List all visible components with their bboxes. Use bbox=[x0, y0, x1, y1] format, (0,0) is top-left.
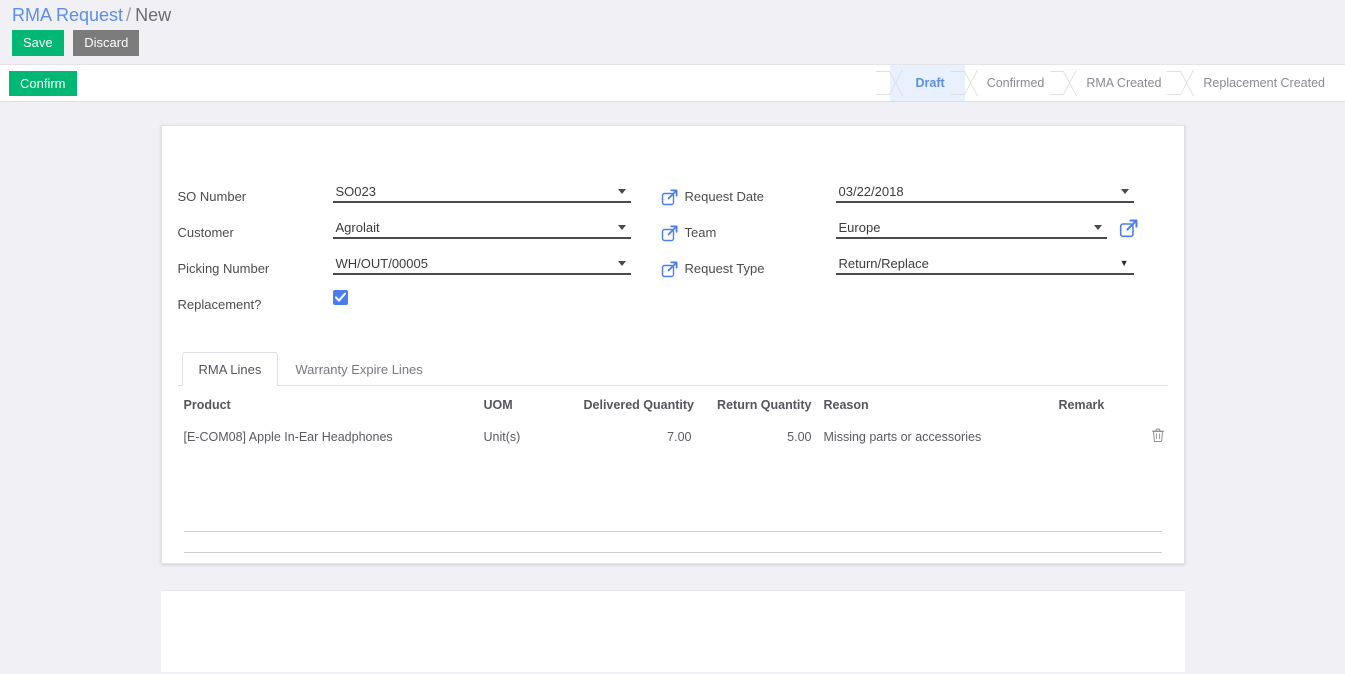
status-item-replacement-created[interactable]: Replacement Created bbox=[1181, 65, 1345, 101]
team-input[interactable]: Europe bbox=[835, 217, 1107, 239]
breadcrumb-bar: RMA Request / New bbox=[0, 0, 1345, 30]
label-text: Request Date bbox=[684, 189, 765, 204]
field-so-number: SO023 bbox=[332, 174, 643, 210]
col-reason: Reason bbox=[823, 398, 869, 412]
col-product: Product bbox=[183, 398, 231, 412]
chevron-down-icon[interactable] bbox=[1120, 188, 1129, 194]
label-picking-number: Picking Number bbox=[177, 261, 270, 276]
tab-rma-lines[interactable]: RMA Lines bbox=[181, 352, 279, 386]
so-number-input[interactable]: SO023 bbox=[332, 181, 631, 203]
table-header-row: Product UOM Delivered Quantity Return Qu… bbox=[178, 389, 1170, 420]
edit-action-bar: Save Discard bbox=[0, 30, 1345, 64]
col-return-quantity: Return Quantity bbox=[717, 398, 812, 412]
label-text: Team bbox=[684, 225, 717, 240]
form-sheet: SO Number SO023 Customer Agrolait Pickin… bbox=[160, 125, 1185, 564]
cell-return-quantity[interactable]: 5.00 bbox=[698, 420, 818, 453]
request-date-input[interactable]: 03/22/2018 bbox=[835, 181, 1134, 203]
replacement-checkbox[interactable] bbox=[332, 290, 348, 305]
picking-number-input[interactable]: WH/OUT/00005 bbox=[332, 253, 631, 275]
status-item-draft[interactable]: Draft bbox=[889, 65, 965, 101]
confirm-button[interactable]: Confirm bbox=[9, 70, 77, 96]
label-customer: Customer bbox=[177, 225, 234, 240]
notebook: RMA Lines Warranty Expire Lines Product bbox=[177, 352, 1170, 553]
form-grid: SO Number SO023 Customer Agrolait Pickin… bbox=[178, 174, 1168, 318]
table-row[interactable]: [E-COM08] Apple In-Ear Headphones Unit(s… bbox=[178, 420, 1170, 453]
label-so-number: SO Number bbox=[177, 189, 247, 204]
team-external-link-icon[interactable] bbox=[1119, 219, 1137, 238]
field-request-type: Return/Replace ▼ bbox=[835, 246, 1136, 282]
cell-remark[interactable] bbox=[1053, 420, 1138, 453]
label-request-date: Request Date bbox=[661, 174, 836, 210]
cell-uom[interactable]: Unit(s) bbox=[478, 420, 578, 453]
status-item-label: Confirmed bbox=[986, 76, 1045, 90]
request-date-value: 03/22/2018 bbox=[838, 183, 904, 199]
cell-reason[interactable]: Missing parts or accessories bbox=[818, 420, 1053, 453]
sheet-container: SO Number SO023 Customer Agrolait Pickin… bbox=[0, 102, 1345, 564]
cell-product[interactable]: [E-COM08] Apple In-Ear Headphones bbox=[178, 420, 478, 453]
request-type-select[interactable]: Return/Replace ▼ bbox=[835, 253, 1134, 275]
chevron-down-icon[interactable] bbox=[1093, 224, 1102, 230]
status-bar: Draft Confirmed RMA Created Replacement … bbox=[889, 65, 1345, 101]
chevron-down-icon[interactable] bbox=[617, 188, 626, 194]
col-remark: Remark bbox=[1058, 398, 1105, 412]
customer-value: Agrolait bbox=[335, 219, 380, 235]
chevron-down-icon[interactable] bbox=[617, 260, 626, 266]
external-link-icon[interactable] bbox=[661, 261, 678, 278]
breadcrumb: RMA Request / New bbox=[12, 4, 1345, 26]
team-value: Europe bbox=[838, 219, 881, 235]
save-button[interactable]: Save bbox=[12, 30, 64, 56]
breadcrumb-current: New bbox=[135, 5, 172, 25]
so-number-value: SO023 bbox=[335, 183, 376, 199]
sheet-bottom-gap bbox=[0, 564, 1345, 590]
control-panel: Confirm Draft Confirmed RMA Created Repl… bbox=[0, 64, 1345, 102]
label-replacement: Replacement? bbox=[177, 297, 262, 312]
status-item-label: Replacement Created bbox=[1203, 76, 1325, 90]
discard-button[interactable]: Discard bbox=[73, 30, 140, 56]
label-team: Team bbox=[661, 210, 836, 246]
field-team: Europe bbox=[835, 210, 1137, 246]
external-link-icon[interactable] bbox=[661, 189, 678, 206]
chatter-panel bbox=[160, 590, 1185, 672]
col-uom: UOM bbox=[483, 398, 513, 412]
field-replacement bbox=[332, 282, 643, 318]
tab-warranty-expire-lines[interactable]: Warranty Expire Lines bbox=[278, 352, 439, 386]
rma-lines-table: Product UOM Delivered Quantity Return Qu… bbox=[178, 389, 1170, 453]
table-empty-space bbox=[178, 453, 1168, 531]
customer-input[interactable]: Agrolait bbox=[332, 217, 631, 239]
status-item-confirmed[interactable]: Confirmed bbox=[964, 65, 1065, 101]
label-request-type: Request Type bbox=[661, 246, 836, 282]
picking-number-value: WH/OUT/00005 bbox=[335, 255, 428, 271]
request-type-value: Return/Replace bbox=[838, 255, 929, 271]
cell-delivered-quantity[interactable]: 7.00 bbox=[578, 420, 698, 453]
table-footer-divider-1 bbox=[183, 531, 1162, 532]
external-link-icon[interactable] bbox=[661, 225, 678, 242]
breadcrumb-separator: / bbox=[126, 5, 132, 25]
field-picking-number: WH/OUT/00005 bbox=[332, 246, 643, 282]
status-item-label: Draft bbox=[915, 76, 945, 90]
checkmark-icon bbox=[334, 292, 346, 302]
chevron-down-icon[interactable] bbox=[617, 224, 626, 230]
field-customer: Agrolait bbox=[332, 210, 643, 246]
col-delete bbox=[1138, 389, 1170, 420]
table-footer-divider-2 bbox=[183, 552, 1162, 553]
form-column-right: Request Date 03/22/2018 Team Europe Requ… bbox=[661, 174, 1137, 318]
status-item-label: RMA Created bbox=[1086, 76, 1162, 90]
tab-list: RMA Lines Warranty Expire Lines bbox=[177, 352, 1168, 386]
breadcrumb-root-link[interactable]: RMA Request bbox=[12, 5, 123, 25]
form-column-left: SO Number SO023 Customer Agrolait Pickin… bbox=[178, 174, 643, 318]
chevron-down-icon[interactable]: ▼ bbox=[1120, 258, 1129, 268]
col-delivered-quantity: Delivered Quantity bbox=[583, 398, 694, 412]
status-item-rma-created[interactable]: RMA Created bbox=[1064, 65, 1182, 101]
field-request-date: 03/22/2018 bbox=[835, 174, 1136, 210]
delete-row-button[interactable] bbox=[1138, 420, 1170, 453]
label-text: Request Type bbox=[684, 261, 765, 276]
trash-icon bbox=[1151, 428, 1164, 442]
